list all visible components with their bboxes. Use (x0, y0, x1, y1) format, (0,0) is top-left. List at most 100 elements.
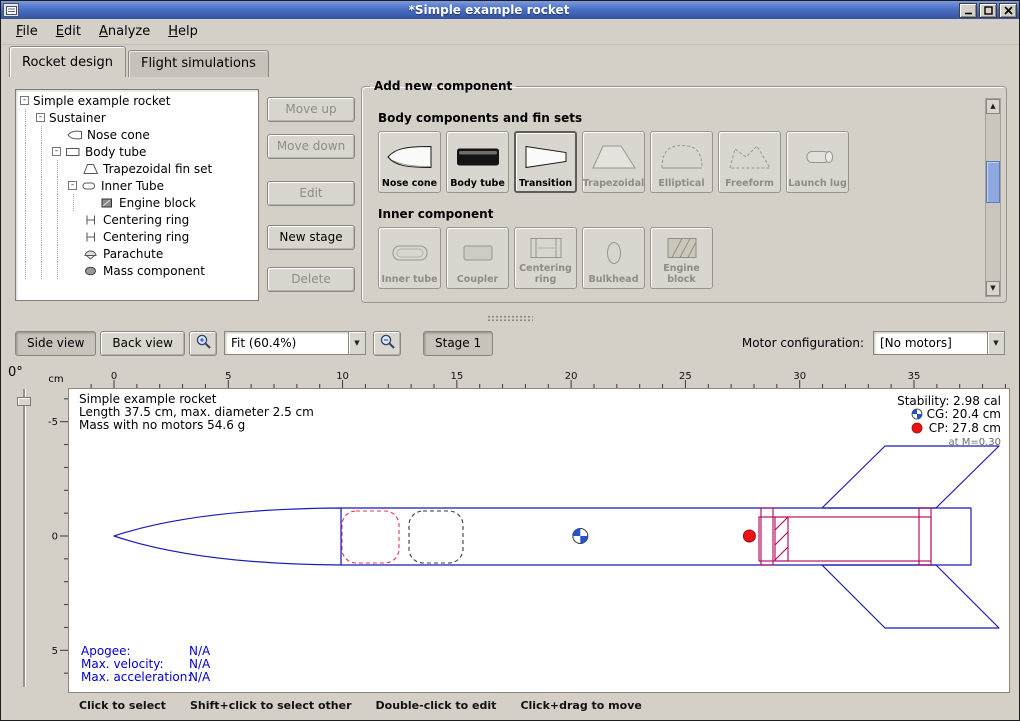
section-label: Inner component (378, 207, 978, 221)
ruler-label: 0 (52, 532, 58, 543)
flight-stat-label: Max. velocity: (81, 657, 164, 671)
window-menu-icon[interactable] (3, 3, 19, 17)
split-pane-divider[interactable] (1, 311, 1019, 325)
trapezoidal-fin-icon (590, 136, 638, 179)
elliptical-fin-icon (658, 136, 706, 179)
add-elliptical-button: Elliptical (650, 131, 713, 193)
add-nose-cone-button[interactable]: Nose cone (378, 131, 441, 193)
hint-text: Click+drag to move (520, 699, 641, 712)
minimize-button[interactable] (959, 3, 977, 18)
flight-stat-label: Max. acceleration: (81, 670, 191, 684)
stage-1-toggle[interactable]: Stage 1 (423, 331, 493, 356)
view-toolbar: Side view Back view Fit (60.4%) ▼ Stage … (1, 325, 1019, 361)
tree-item-trapezoidal-fin-set[interactable]: Trapezoidal fin set (16, 160, 258, 177)
add-inner-tube-button: Inner tube (378, 227, 441, 289)
body-tube-icon (65, 146, 81, 158)
tree-item-parachute[interactable]: Parachute (16, 245, 258, 262)
freeform-fin-icon (726, 136, 774, 179)
tree-item-mass-component[interactable]: Mass component (16, 262, 258, 279)
rotation-slider[interactable] (17, 389, 31, 687)
cg-legend-icon (912, 409, 922, 419)
tree-item-centering-ring[interactable]: Centering ring (16, 228, 258, 245)
cp-legend-icon (912, 423, 922, 433)
nose-cone-shape[interactable] (114, 508, 341, 565)
zoom-select[interactable]: Fit (60.4%) ▼ (224, 331, 366, 355)
add-body-tube-button[interactable]: Body tube (446, 131, 509, 193)
fin-lower-shape[interactable] (822, 565, 999, 628)
new-stage-button[interactable]: New stage (267, 225, 355, 250)
tree-item-engine-block[interactable]: Engine block (16, 194, 258, 211)
cp-text: CP: 27.8 cm (929, 421, 1001, 435)
cg-marker (573, 529, 588, 544)
tree-item-body-tube[interactable]: -Body tube (16, 143, 258, 160)
add-centering-ring-button: Centering ring (514, 227, 577, 289)
scroll-up-icon[interactable]: ▲ (986, 99, 1000, 114)
back-view-button[interactable]: Back view (100, 331, 185, 356)
titlebar[interactable]: *Simple example rocket (1, 1, 1019, 19)
rocket-canvas[interactable]: Simple example rocket Length 37.5 cm, ma… (69, 389, 1009, 692)
hint-text: Shift+click to select other (190, 699, 352, 712)
tab-flight-simulations[interactable]: Flight simulations (128, 50, 269, 77)
add-component-panel: Add new component Body components and fi… (361, 79, 1007, 303)
move-up-button: Move up (267, 97, 355, 122)
menu-item-edit[interactable]: Edit (47, 20, 90, 43)
tree-actions: Move upMove downEditNew stageDelete (267, 97, 355, 292)
chevron-down-icon[interactable]: ▼ (348, 332, 365, 354)
maximize-button[interactable] (979, 3, 997, 18)
menu-item-help[interactable]: Help (159, 20, 207, 43)
body-tube-icon (454, 136, 502, 179)
bulkhead-icon (590, 232, 638, 275)
magnifier-minus-icon (379, 333, 396, 353)
slider-track (23, 389, 25, 687)
tree-expander-icon[interactable]: - (20, 96, 29, 105)
close-button[interactable] (999, 3, 1017, 18)
fin-upper-shape[interactable] (822, 446, 999, 508)
motor-config-select[interactable]: [No motors] ▼ (873, 331, 1005, 355)
coupler-icon (454, 232, 502, 275)
add-component-scrollbar[interactable]: ▲ ▼ (985, 98, 1001, 297)
zoom-in-button[interactable] (189, 331, 217, 356)
tree-item-simple-example-rocket[interactable]: -Simple example rocket (16, 92, 258, 109)
chevron-down-icon[interactable]: ▼ (987, 332, 1004, 354)
flight-stat-value: N/A (189, 657, 211, 671)
tree-item-sustainer[interactable]: -Sustainer (16, 109, 258, 126)
figure-length-info: Length 37.5 cm, max. diameter 2.5 cm (79, 405, 314, 419)
add-transition-button[interactable]: Transition (514, 131, 577, 193)
window-title: *Simple example rocket (21, 3, 957, 17)
cp-marker (743, 530, 755, 542)
app-window: *Simple example rocket FileEditAnalyzeHe… (0, 0, 1020, 721)
rotation-angle-label: 0° (8, 365, 23, 380)
scroll-down-icon[interactable]: ▼ (986, 281, 1000, 296)
ruler-label: -5 (48, 417, 58, 428)
hint-text: Click to select (79, 699, 166, 712)
scrollbar-thumb[interactable] (986, 161, 1000, 203)
figure-hints: Click to select Shift+click to select oth… (1, 695, 1019, 715)
add-component-title: Add new component (370, 79, 516, 93)
zoom-out-button[interactable] (373, 331, 401, 356)
add-component-body: Body components and fin setsNose coneBod… (378, 111, 978, 289)
tree-item-centering-ring[interactable]: Centering ring (16, 211, 258, 228)
tab-rocket-design[interactable]: Rocket design (9, 46, 126, 77)
nose-cone-icon (67, 129, 83, 141)
cg-text: CG: 20.4 cm (927, 407, 1001, 421)
add-launch-lug-button: Launch lug (786, 131, 849, 193)
add-freeform-button: Freeform (718, 131, 781, 193)
launch-lug-icon (794, 136, 842, 179)
centering-ring-icon (83, 214, 99, 226)
motor-config-value: [No motors] (874, 336, 987, 350)
menu-item-analyze[interactable]: Analyze (90, 20, 159, 43)
tree-item-inner-tube[interactable]: -Inner Tube (16, 177, 258, 194)
inner-tube-icon (386, 232, 434, 275)
horizontal-ruler: 05101520253035 (69, 371, 1009, 389)
move-down-button: Move down (267, 134, 355, 159)
rotation-slider-handle[interactable] (17, 397, 31, 406)
ruler-label: 30 (793, 371, 806, 382)
tree-item-nose-cone[interactable]: Nose cone (16, 126, 258, 143)
centering-ring-icon (522, 232, 570, 264)
parachute-icon (83, 248, 99, 260)
menu-item-file[interactable]: File (7, 20, 47, 43)
engine-block-icon (99, 197, 115, 209)
component-tree[interactable]: -Simple example rocket-SustainerNose con… (15, 89, 259, 301)
menubar: FileEditAnalyzeHelp (1, 19, 1019, 45)
side-view-button[interactable]: Side view (15, 331, 96, 356)
